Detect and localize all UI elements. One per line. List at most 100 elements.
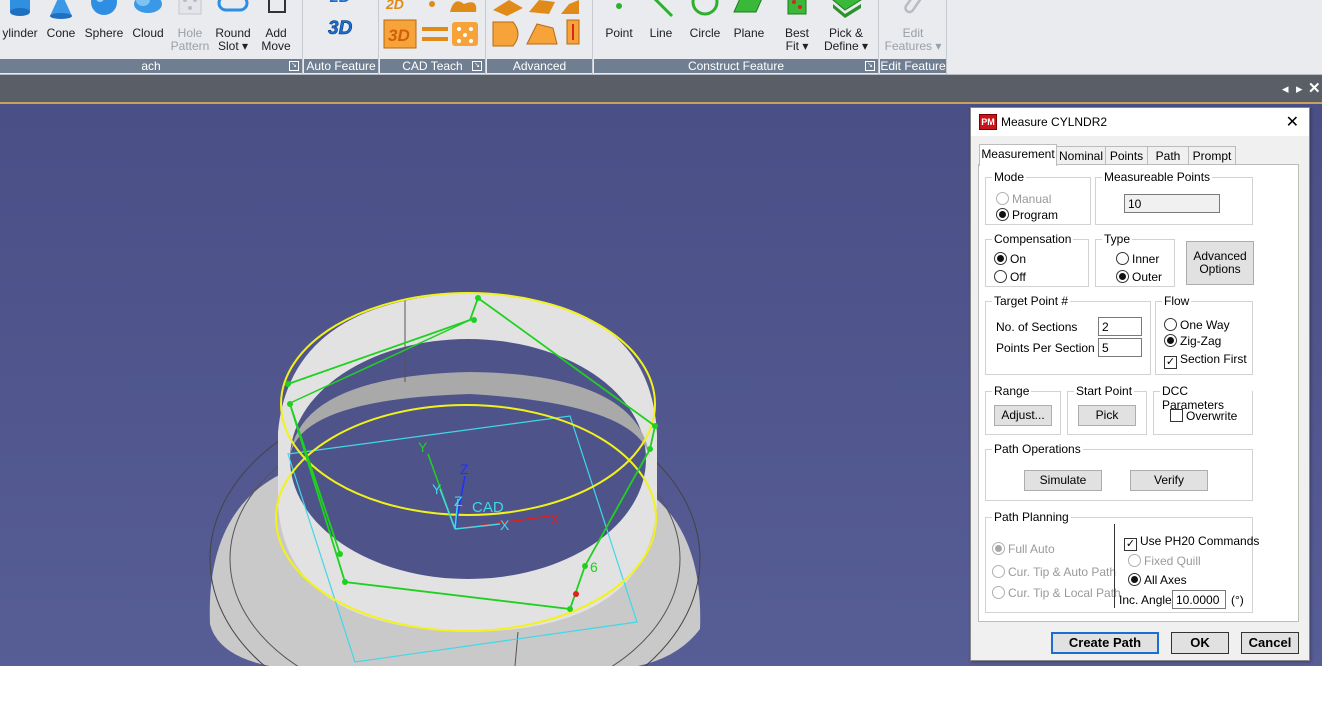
group-launcher-icon[interactable]: ↘ (472, 61, 482, 71)
axis-z-label: Z (460, 461, 469, 477)
ribbon-toolbar: ylinder Cone Sphere Cloud Hole Pattern R… (0, 0, 1322, 75)
compensation-on-radio[interactable]: On (994, 252, 1026, 266)
group-launcher-icon[interactable]: ↘ (289, 61, 299, 71)
hole-pattern-button[interactable]: Hole Pattern (170, 0, 210, 58)
axis-x-label: X (550, 511, 560, 527)
construct-circle-button[interactable]: Circle (684, 0, 726, 58)
group-label-auto-feature: Auto Feature (304, 59, 378, 73)
scroll-left-icon[interactable]: ◂ (1282, 81, 1289, 97)
pick-start-point-button[interactable]: Pick (1078, 405, 1136, 426)
cad-2d-icon[interactable]: 2D (385, 0, 404, 12)
cad-equal-icon[interactable] (422, 27, 448, 31)
sphere-button[interactable]: Sphere (82, 0, 126, 58)
compensation-off-radio[interactable]: Off (994, 270, 1026, 284)
best-fit-button[interactable]: Best Fit ▾ (778, 0, 816, 58)
add-move-button[interactable]: Add Move (256, 0, 296, 58)
inc-angle-unit: (°) (1231, 593, 1244, 607)
dcc-parameters-group: DCC Parameters Overwrite (1153, 384, 1253, 435)
cloud-button[interactable]: Cloud (128, 0, 168, 58)
cad-teach-icons: 2D 3D (383, 0, 478, 49)
inc-angle-field[interactable]: 10.0000 (1172, 590, 1226, 609)
mode-program-radio[interactable]: Program (996, 208, 1058, 222)
use-ph20-checkbox[interactable]: ✓ Use PH20 Commands (1124, 534, 1259, 551)
tab-points[interactable]: Points (1105, 146, 1148, 166)
adv-polyline-icon[interactable] (526, 23, 558, 45)
svg-text:2D: 2D (329, 0, 351, 6)
compensation-group: Compensation On Off (985, 232, 1089, 287)
dialog-title-bar: PM Measure CYLNDR2 ✕ (971, 108, 1309, 136)
path-planning-divider (1114, 524, 1115, 608)
flow-zig-zag-radio[interactable]: Zig-Zag (1164, 334, 1221, 348)
ribbon-group-construct-feature: Point Line Circle Plane Best Fit ▾ Pick … (594, 0, 879, 74)
cad-cloud-icon[interactable] (450, 1, 477, 12)
points-per-section-label: Points Per Section (996, 341, 1095, 355)
adv-surface-icon[interactable] (493, 0, 523, 16)
section-first-checkbox[interactable]: ✓ Section First (1164, 352, 1247, 369)
hole-pattern-icon (178, 0, 202, 15)
advanced-icons (492, 0, 580, 47)
path-planning-group: Path Planning Full Auto Cur. Tip & Auto … (985, 510, 1259, 613)
measureable-points-field[interactable]: 10 (1124, 194, 1220, 213)
cur-tip-local-path-radio[interactable]: Cur. Tip & Local Path (992, 586, 1121, 600)
target-point-group: Target Point # No. of Sections 2 Points … (985, 294, 1151, 375)
tab-path[interactable]: Path (1147, 146, 1189, 166)
simulate-button[interactable]: Simulate (1024, 470, 1102, 491)
edit-features-button[interactable]: Edit Features ▾ (882, 0, 944, 58)
construct-line-button[interactable]: Line (642, 0, 680, 58)
type-inner-radio[interactable]: Inner (1116, 252, 1159, 266)
mode-group: Mode Manual Program (985, 170, 1091, 225)
point-icon (616, 3, 622, 9)
measureable-points-group: Measureable Points 10 (1095, 170, 1253, 225)
round-slot-button[interactable]: Round Slot ▾ (212, 0, 254, 58)
fixed-quill-radio[interactable]: Fixed Quill (1128, 554, 1201, 568)
tab-measurement[interactable]: Measurement (979, 144, 1057, 166)
adv-profile-icon[interactable] (492, 21, 519, 47)
pick-define-icon (832, 0, 862, 18)
scroll-right-icon[interactable]: ▸ (1296, 81, 1303, 97)
adv-edge-icon[interactable] (529, 0, 555, 14)
cur-tip-auto-path-radio[interactable]: Cur. Tip & Auto Path (992, 565, 1116, 579)
axis-y-label: Y (418, 439, 428, 455)
circle-icon (691, 0, 719, 16)
auto-feature-2d-button[interactable]: 2D 3D (322, 0, 362, 58)
add-move-icon (268, 0, 286, 13)
points-per-section-field[interactable]: 5 (1098, 338, 1142, 357)
cone-button[interactable]: Cone (42, 0, 80, 58)
path-operations-group: Path Operations Simulate Verify (985, 442, 1253, 501)
svg-text:3D: 3D (388, 26, 410, 45)
group-launcher-icon[interactable]: ↘ (865, 61, 875, 71)
cad-axis-z-label: Z (454, 493, 463, 509)
adjust-button[interactable]: Adjust... (994, 405, 1052, 426)
close-document-icon[interactable]: ✕ (1308, 79, 1321, 97)
advanced-options-button[interactable]: Advanced Options (1186, 241, 1254, 285)
type-outer-radio[interactable]: Outer (1116, 270, 1162, 284)
group-label-advanced: Advanced (487, 59, 592, 73)
close-icon[interactable]: ✕ (1286, 112, 1299, 132)
cad-axis-y-label: Y (432, 481, 442, 497)
cylinder-icon (10, 0, 30, 16)
full-auto-radio[interactable]: Full Auto (992, 542, 1055, 556)
paperclip-icon (904, 0, 922, 14)
sections-field[interactable]: 2 (1098, 317, 1142, 336)
tab-prompt[interactable]: Prompt (1188, 146, 1236, 166)
construct-point-button[interactable]: Point (600, 0, 638, 58)
verify-button[interactable]: Verify (1130, 470, 1208, 491)
pick-define-button[interactable]: Pick & Define ▾ (822, 0, 870, 58)
tab-nominal[interactable]: Nominal (1056, 146, 1106, 166)
cad-point-icon[interactable] (429, 1, 435, 7)
cylinder-button[interactable]: ylinder (0, 0, 40, 58)
flow-group: Flow One Way Zig-Zag ✓ Section First (1155, 294, 1253, 375)
adv-angle-icon[interactable] (561, 0, 579, 14)
round-slot-icon (217, 0, 249, 12)
overwrite-checkbox[interactable]: Overwrite (1170, 409, 1237, 423)
create-path-button[interactable]: Create Path (1051, 632, 1159, 654)
mode-manual-radio[interactable]: Manual (996, 192, 1051, 206)
measurement-tab-panel: Mode Manual Program Measureable Points 1… (978, 164, 1299, 622)
all-axes-radio[interactable]: All Axes (1128, 573, 1187, 587)
construct-plane-button[interactable]: Plane (728, 0, 770, 58)
cancel-button[interactable]: Cancel (1241, 632, 1299, 654)
cad-axis-x-label: X (500, 517, 510, 533)
ok-button[interactable]: OK (1171, 632, 1229, 654)
cone-icon (50, 0, 72, 19)
flow-one-way-radio[interactable]: One Way (1164, 318, 1230, 332)
